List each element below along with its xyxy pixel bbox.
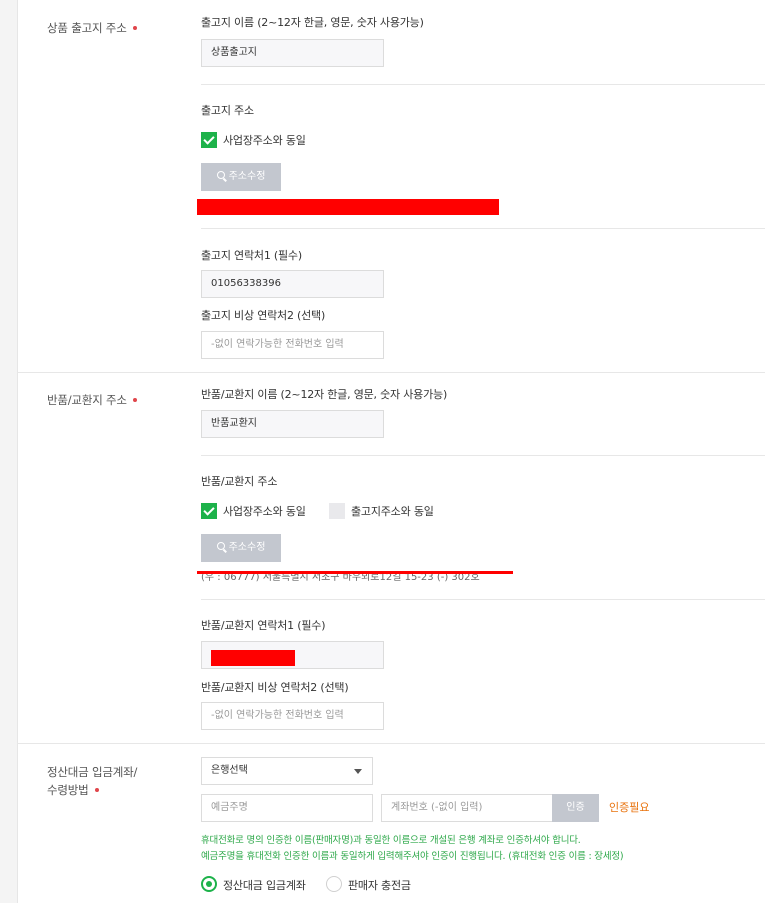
chevron-down-icon: [354, 769, 362, 774]
redacted-phone: [211, 650, 295, 666]
required-dot: [132, 25, 137, 30]
shipping-contact1-label: 출고지 연락처1 (필수): [201, 249, 302, 262]
shipping-same-business-label[interactable]: 사업장주소와 동일: [223, 132, 306, 148]
settlement-section-label-line2: 수령방법: [47, 783, 89, 797]
bank-select[interactable]: 은행선택: [201, 757, 373, 785]
shipping-section-label: 상품 출고지 주소: [47, 19, 137, 37]
shipping-contact2-label: 출고지 비상 연락처2 (선택): [201, 309, 326, 322]
returns-address-edit-label: 주소수정: [228, 542, 266, 553]
returns-section-label-text: 반품/교환지 주소: [47, 393, 127, 407]
settlement-section-label: 정산대금 입금계좌/ 수령방법: [47, 763, 137, 799]
shipping-same-business-checkbox[interactable]: [201, 132, 217, 148]
radio-seller-charge[interactable]: [326, 876, 342, 892]
radio-settlement-account[interactable]: [201, 876, 217, 892]
shipping-name-input[interactable]: 상품출고지: [201, 39, 384, 67]
notice-line-1: 휴대전화로 명의 인증한 이름(판매자명)과 동일한 이름으로 개설된 은행 계…: [201, 835, 581, 846]
bank-select-value: 은행선택: [211, 765, 248, 776]
redacted-address: [197, 199, 499, 215]
verify-button[interactable]: 인증: [552, 794, 599, 822]
shipping-contact1-input[interactable]: 01056338396: [201, 270, 384, 298]
radio-settlement-account-label[interactable]: 정산대금 입금계좌: [223, 877, 306, 893]
shipping-address-edit-label: 주소수정: [228, 171, 266, 182]
required-dot: [132, 397, 137, 402]
search-icon: [216, 171, 225, 179]
redaction-strike: [197, 571, 513, 574]
returns-same-shipping-label[interactable]: 출고지주소와 동일: [351, 503, 434, 519]
returns-contact2-input[interactable]: -없이 연락가능한 전화번호 입력: [201, 702, 384, 730]
shipping-contact2-input[interactable]: -없이 연락가능한 전화번호 입력: [201, 331, 384, 359]
shipping-address-edit-button[interactable]: 주소수정: [201, 163, 281, 191]
returns-section-label: 반품/교환지 주소: [47, 391, 137, 409]
divider: [201, 599, 765, 600]
returns-same-business-label[interactable]: 사업장주소와 동일: [223, 503, 306, 519]
account-holder-input[interactable]: 예금주명: [201, 794, 373, 822]
section-divider: [17, 372, 765, 373]
returns-same-business-checkbox[interactable]: [201, 503, 217, 519]
shipping-name-label: 출고지 이름 (2~12자 한글, 영문, 숫자 사용가능): [201, 16, 424, 29]
radio-seller-charge-label[interactable]: 판매자 충전금: [348, 877, 411, 893]
left-gutter: [0, 0, 18, 903]
section-divider: [17, 743, 765, 744]
returns-name-label: 반품/교환지 이름 (2~12자 한글, 영문, 숫자 사용가능): [201, 388, 448, 401]
returns-contact1-input[interactable]: [201, 641, 384, 669]
settlement-section-label-line1: 정산대금 입금계좌/: [47, 765, 138, 779]
returns-contact1-label: 반품/교환지 연락처1 (필수): [201, 619, 326, 632]
required-dot: [94, 787, 99, 792]
search-icon: [216, 542, 225, 550]
divider: [201, 455, 765, 456]
shipping-section-label-text: 상품 출고지 주소: [47, 21, 127, 35]
returns-contact2-label: 반품/교환지 비상 연락처2 (선택): [201, 681, 349, 694]
returns-address-edit-button[interactable]: 주소수정: [201, 534, 281, 562]
verify-status: 인증필요: [609, 801, 650, 814]
divider: [201, 228, 765, 229]
returns-address-label: 반품/교환지 주소: [201, 475, 278, 488]
account-number-input[interactable]: 계좌번호 (-없이 입력): [381, 794, 553, 822]
shipping-address-label: 출고지 주소: [201, 104, 254, 117]
divider: [201, 84, 765, 85]
notice-line-2: 예금주명을 휴대전화 인증한 이름과 동일하게 입력해주셔야 인증이 진행됩니다…: [201, 851, 624, 862]
returns-same-shipping-checkbox[interactable]: [329, 503, 345, 519]
returns-name-input[interactable]: 반품교환지: [201, 410, 384, 438]
